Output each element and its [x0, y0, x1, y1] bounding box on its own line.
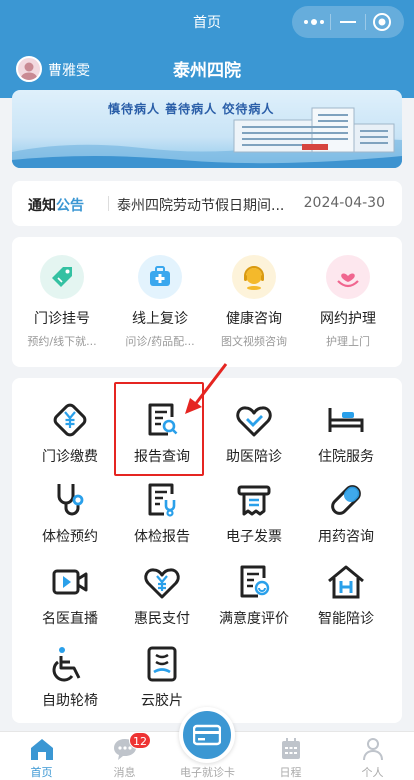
banner[interactable]: 慎待病人 善待病人 佼待病人 [12, 90, 402, 168]
grid-item-label: 名医直播 [42, 611, 98, 627]
close-circle-icon [373, 13, 392, 31]
tag-icon [40, 255, 84, 299]
more-dots-icon [303, 19, 324, 25]
tab-e-card[interactable]: 电子就诊卡 [166, 764, 249, 780]
tab-label: 日程 [279, 766, 302, 779]
review-icon [232, 560, 276, 604]
grid-item-label: 电子发票 [226, 529, 282, 545]
grid-item-checkup-booking[interactable]: 体检预约 [24, 468, 116, 548]
invoice-icon [232, 478, 276, 522]
quick-item-label: 线上复诊 [132, 311, 188, 327]
notice-tag-a: 通知 [28, 198, 56, 214]
grid-item-benefit-pay[interactable]: 惠民支付 [116, 550, 208, 630]
tab-label: 消息 [113, 766, 136, 779]
grid-item-label: 云胶片 [141, 693, 183, 709]
pill-icon [324, 478, 368, 522]
minimize-button[interactable] [333, 11, 363, 33]
grid-item-label: 满意度评价 [219, 611, 289, 627]
close-button[interactable] [367, 11, 397, 33]
grid-item-smart-escort[interactable]: 智能陪诊 [300, 550, 392, 630]
care-icon [326, 255, 370, 299]
tab-label: 电子就诊卡 [180, 766, 235, 779]
minus-icon [339, 21, 356, 23]
grid-item-label: 自助轮椅 [42, 693, 98, 709]
grid-item-label: 门诊缴费 [42, 449, 98, 465]
quick-item-label: 健康咨询 [226, 311, 282, 327]
grid-item-outpatient-payment[interactable]: 门诊缴费 [24, 388, 116, 468]
quick-item-label: 网约护理 [320, 311, 376, 327]
grid-item-e-invoice[interactable]: 电子发票 [208, 468, 300, 548]
quick-item-sub: 图文视频咨询 [221, 335, 287, 348]
notice-bar[interactable]: 通知公告 泰州四院劳动节假日期间... 2024-04-30 [12, 181, 402, 226]
grid-item-label: 助医陪诊 [226, 449, 282, 465]
bed-icon [324, 398, 368, 442]
tab-profile[interactable]: 个人 [331, 736, 414, 780]
hospital-name: 泰州四院 [173, 61, 241, 81]
tab-label: 个人 [361, 766, 384, 779]
annotation-arrow-icon [185, 363, 228, 414]
grid-item-satisfaction[interactable]: 满意度评价 [208, 550, 300, 630]
more-button[interactable] [299, 11, 329, 33]
grid-item-inpatient[interactable]: 住院服务 [300, 388, 392, 468]
quick-item-sub: 预约/线下就... [27, 335, 97, 348]
smart-house-icon [324, 560, 368, 604]
quick-item-sub: 问诊/药品配... [125, 335, 195, 348]
message-count-badge: 12 [129, 732, 151, 749]
grid-item-label: 体检预约 [42, 529, 98, 545]
calendar-icon [249, 736, 332, 762]
grid-item-live-doctors[interactable]: 名医直播 [24, 550, 116, 630]
banner-slogan: 慎待病人 善待病人 佼待病人 [108, 102, 275, 116]
report-stethoscope-icon [140, 478, 184, 522]
film-icon [140, 642, 184, 686]
grid-item-label: 体检报告 [134, 529, 190, 545]
notice-divider [108, 196, 109, 211]
quick-item-online-revisit[interactable]: 线上复诊 问诊/药品配... [114, 255, 206, 349]
e-card-button[interactable] [179, 707, 235, 763]
tab-label: 首页 [30, 766, 53, 779]
person-icon [331, 736, 414, 762]
handshake-heart-icon [232, 398, 276, 442]
notice-date: 2024-04-30 [303, 195, 385, 211]
tab-messages[interactable]: 12 消息 [83, 732, 166, 780]
stethoscope-icon [48, 478, 92, 522]
quick-item-label: 门诊挂号 [34, 311, 90, 327]
quick-item-sub: 护理上门 [326, 335, 370, 348]
mini-program-capsule [292, 6, 404, 38]
quick-item-health-consult[interactable]: 健康咨询 图文视频咨询 [208, 255, 300, 349]
quick-services: 门诊挂号 预约/线下就... 线上复诊 问诊/药品配... 健康咨询 图文视频咨… [12, 237, 402, 367]
quick-item-nursing[interactable]: 网约护理 护理上门 [302, 255, 394, 349]
notice-text[interactable]: 泰州四院劳动节假日期间... [117, 195, 297, 215]
capsule-divider [330, 14, 332, 30]
tab-home[interactable]: 首页 [0, 736, 83, 780]
yen-diamond-icon [48, 398, 92, 442]
capsule-divider [364, 14, 366, 30]
tab-schedule[interactable]: 日程 [249, 736, 332, 780]
grid-item-checkup-report[interactable]: 体检报告 [116, 468, 208, 548]
quick-item-registration[interactable]: 门诊挂号 预约/线下就... [16, 255, 108, 349]
grid-item-label: 住院服务 [318, 449, 374, 465]
heart-yen-icon [140, 560, 184, 604]
medkit-icon [138, 255, 182, 299]
consult-icon [232, 255, 276, 299]
video-camera-icon [48, 560, 92, 604]
grid-item-medication-consult[interactable]: 用药咨询 [300, 468, 392, 548]
grid-item-cloud-film[interactable]: 云胶片 [116, 632, 208, 712]
notice-tag: 通知公告 [28, 195, 84, 215]
wheelchair-icon [48, 642, 92, 686]
grid-item-wheelchair[interactable]: 自助轮椅 [24, 632, 116, 712]
grid-item-label: 用药咨询 [318, 529, 374, 545]
service-grid: 门诊缴费 报告查询 助医陪诊 住院服务 体检预约 体检报告 电子发票 用药咨询 … [12, 378, 402, 723]
grid-item-label: 智能陪诊 [318, 611, 374, 627]
notice-tag-b: 公告 [56, 198, 84, 214]
grid-item-label: 惠民支付 [134, 611, 190, 627]
home-icon [0, 736, 83, 762]
top-bar: 首页 [0, 0, 414, 42]
card-icon [193, 724, 221, 746]
chat-icon [83, 736, 166, 762]
